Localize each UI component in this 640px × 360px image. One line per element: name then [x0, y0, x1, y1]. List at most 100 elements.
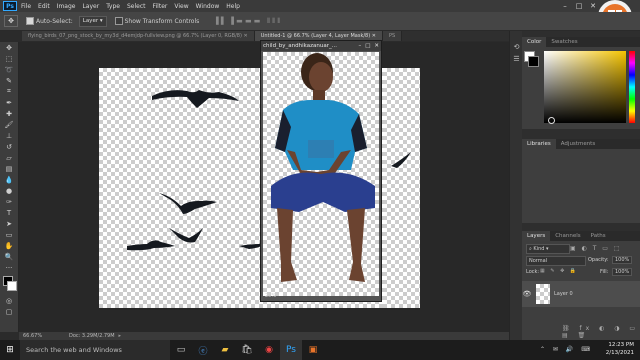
auto-select-label: Auto-Select:	[36, 17, 73, 25]
brush-tool-icon[interactable]: 🖌	[0, 119, 18, 130]
edge-icon[interactable]: ⓔ	[192, 340, 214, 360]
file-explorer-icon[interactable]: ▰	[214, 340, 236, 360]
gradient-tool-icon[interactable]: ▤	[0, 163, 18, 174]
float-close-button[interactable]: ✕	[374, 43, 379, 49]
blur-tool-icon[interactable]: 💧	[0, 174, 18, 185]
tab-label: flying_birds_07_png_stock_by_my3d_d4emjd…	[28, 33, 242, 39]
doc-size: Doc: 3.29M/2.79M	[69, 333, 115, 339]
status-arrow-icon[interactable]: ▸	[119, 333, 122, 339]
layer-filter-icons[interactable]: ▣ ◐ T ▭ ⬚	[570, 245, 622, 252]
tab-layers[interactable]: Layers	[522, 231, 551, 241]
minimize-button[interactable]: –	[558, 0, 572, 12]
maximize-button[interactable]: □	[572, 0, 586, 12]
search-icon: ⌕	[529, 246, 532, 252]
menu-bar: Ps File Edit Image Layer Type Select Fil…	[0, 0, 640, 12]
menu-help[interactable]: Help	[226, 3, 240, 10]
menu-view[interactable]: View	[174, 3, 188, 10]
tools-panel: ✥ ⬚ ➰ ✎ ⌗ ✒ ✚ 🖌 ⊥ ↺ ▱ ▤ 💧 ● ✑ T ➤ ▭ ✋ 🔍 …	[0, 42, 19, 332]
lock-icons[interactable]: ▦ ✎ ✥ 🔒	[540, 268, 578, 274]
hand-tool-icon[interactable]: ✋	[0, 240, 18, 251]
background-color-swatch[interactable]	[7, 281, 17, 291]
color-picker-field[interactable]	[544, 51, 626, 123]
windows-start-icon[interactable]: ⊞	[0, 340, 20, 360]
layer-filter-dropdown[interactable]: ⌕ Kind ▾	[526, 244, 570, 254]
path-select-tool-icon[interactable]: ➤	[0, 218, 18, 229]
menu-select[interactable]: Select	[127, 3, 146, 10]
photoshop-taskbar-icon[interactable]: Ps	[280, 340, 302, 360]
tab-libraries[interactable]: Libraries	[522, 139, 556, 149]
auto-select-checkbox[interactable]	[26, 17, 34, 25]
store-icon[interactable]: 🛍	[236, 340, 258, 360]
align-icons[interactable]: ▐ ▌ ▐ ▬ ▬ ▬ ⫴ ⫴ ⫴	[213, 17, 280, 26]
child-document-canvas[interactable]	[263, 52, 379, 296]
photoshop-logo-icon: Ps	[3, 1, 17, 11]
color-picker-cursor[interactable]	[548, 117, 555, 124]
tab-channels[interactable]: Channels	[550, 233, 585, 239]
third-document-canvas[interactable]	[383, 68, 420, 308]
layer-name[interactable]: Layer 0	[554, 291, 573, 297]
color-panel-tabs: Color Swatches	[522, 37, 640, 47]
color-swatches[interactable]	[0, 273, 18, 295]
tab-color[interactable]: Color	[522, 37, 547, 47]
crop-tool-icon[interactable]: ⌗	[0, 86, 18, 97]
opacity-input[interactable]: 100%	[612, 256, 633, 264]
clock-time: 12:23 PM	[608, 342, 634, 348]
menu-filter[interactable]: Filter	[153, 3, 168, 10]
auto-select-dropdown[interactable]: Layer ▾	[78, 15, 107, 27]
app-taskbar-icon[interactable]: ▣	[302, 340, 324, 360]
move-tool-icon[interactable]: ✥	[0, 42, 18, 53]
floating-document-window[interactable]: child_by_andhikazanuar_... – □ ✕ 25%	[260, 40, 382, 302]
pen-tool-icon[interactable]: ✑	[0, 196, 18, 207]
healing-tool-icon[interactable]: ✚	[0, 108, 18, 119]
more-tools-icon[interactable]: ···	[0, 262, 18, 273]
tab-birds-document[interactable]: flying_birds_07_png_stock_by_my3d_d4emjd…	[22, 31, 255, 41]
chrome-icon[interactable]: ◉	[258, 340, 280, 360]
fill-input[interactable]: 100%	[612, 268, 633, 276]
auto-select-value: Layer	[82, 18, 99, 24]
float-maximize-button[interactable]: □	[365, 43, 370, 49]
screen-mode-icon[interactable]: ▢	[0, 306, 18, 317]
move-tool-preset-icon[interactable]: ✥	[4, 15, 18, 27]
menu-layer[interactable]: Layer	[82, 3, 99, 10]
float-window-titlebar[interactable]: child_by_andhikazanuar_... – □ ✕	[261, 41, 381, 51]
status-bar: 66.67% Doc: 3.29M/2.79M ▸	[19, 332, 521, 340]
tab-ps[interactable]: PS	[382, 31, 403, 41]
close-button[interactable]: ✕	[586, 0, 600, 12]
eyedropper-tool-icon[interactable]: ✒	[0, 97, 18, 108]
tab-paths[interactable]: Paths	[586, 233, 611, 239]
tab-swatches[interactable]: Swatches	[546, 39, 582, 45]
taskbar-search[interactable]: Search the web and Windows	[20, 340, 170, 360]
type-tool-icon[interactable]: T	[0, 207, 18, 218]
transform-controls-label: Show Transform Controls	[124, 17, 200, 25]
bg-swatch-small[interactable]	[528, 56, 539, 67]
tab-adjustments[interactable]: Adjustments	[556, 141, 600, 147]
taskbar-search-placeholder: Search the web and Windows	[26, 346, 122, 354]
menu-image[interactable]: Image	[57, 3, 76, 10]
layer-panel-footer-icons[interactable]: ⛓ fx ◐ ◑ ▭ ▤ 🗑	[562, 325, 640, 339]
menu-edit[interactable]: Edit	[38, 3, 50, 10]
task-view-icon[interactable]: ▭	[170, 340, 192, 360]
eraser-tool-icon[interactable]: ▱	[0, 152, 18, 163]
quick-mask-icon[interactable]: ◎	[0, 295, 18, 306]
menu-file[interactable]: File	[21, 3, 31, 10]
blend-mode-dropdown[interactable]: Normal	[526, 256, 586, 266]
float-minimize-button[interactable]: –	[358, 43, 361, 49]
system-tray-icons[interactable]: ⌃ ✉ 🔊 ⌨	[540, 346, 593, 353]
menu-window[interactable]: Window	[196, 3, 220, 10]
system-clock[interactable]: 12:23 PM 2/13/2021	[606, 341, 634, 357]
window-controls: – □ ✕	[558, 0, 600, 12]
marquee-tool-icon[interactable]: ⬚	[0, 53, 18, 64]
shape-tool-icon[interactable]: ▭	[0, 229, 18, 240]
stamp-tool-icon[interactable]: ⊥	[0, 130, 18, 141]
zoom-tool-icon[interactable]: 🔍	[0, 251, 18, 262]
lasso-tool-icon[interactable]: ➰	[0, 64, 18, 75]
dodge-tool-icon[interactable]: ●	[0, 185, 18, 196]
menu-type[interactable]: Type	[106, 3, 120, 10]
zoom-level[interactable]: 66.67%	[23, 333, 63, 339]
layer-row[interactable]: 👁 Layer 0	[522, 281, 640, 307]
visibility-eye-icon[interactable]: 👁	[522, 290, 532, 298]
transform-controls-checkbox[interactable]	[114, 17, 123, 25]
history-brush-icon[interactable]: ↺	[0, 141, 18, 152]
hue-slider[interactable]	[629, 51, 635, 123]
quick-select-tool-icon[interactable]: ✎	[0, 75, 18, 86]
